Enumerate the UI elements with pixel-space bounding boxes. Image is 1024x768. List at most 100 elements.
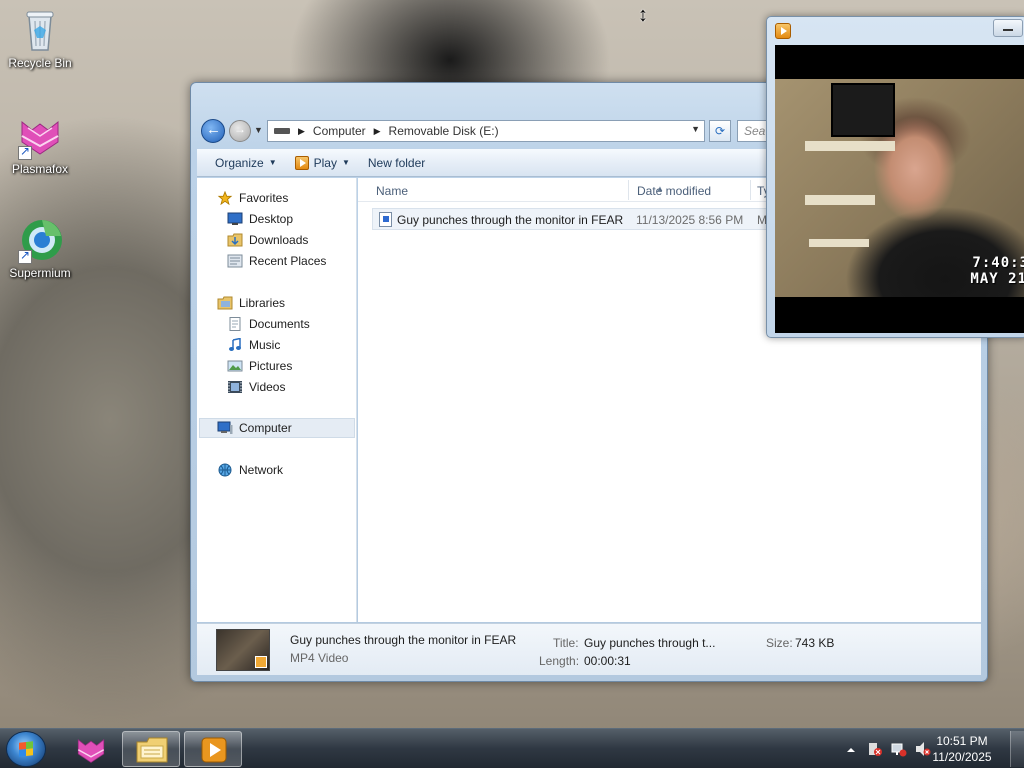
nav-item-music[interactable]: Music [227, 335, 280, 355]
nav-label: Recent Places [249, 254, 327, 268]
details-size-value: 743 KB [795, 636, 835, 650]
taskbar-explorer[interactable] [122, 731, 180, 767]
video-scene-shelf [805, 141, 895, 151]
recent-pages-dropdown[interactable]: ▼ [254, 125, 263, 135]
details-length-value: 00:00:31 [584, 654, 631, 668]
video-thumbnail [216, 629, 270, 671]
taskbar-media-player[interactable] [184, 731, 242, 767]
nav-label: Libraries [239, 296, 286, 310]
play-icon [294, 155, 309, 170]
details-size-label: Size: [766, 636, 793, 650]
chevron-down-icon: ▼ [268, 158, 277, 167]
nav-item-favorites[interactable]: Favorites [217, 188, 288, 208]
desktop-icon [227, 212, 243, 225]
nav-item-network[interactable]: Network [217, 460, 283, 480]
network-icon[interactable] [891, 741, 907, 757]
video-file-icon [379, 212, 392, 227]
breadcrumb-separator-icon[interactable]: ▶ [374, 126, 381, 137]
navigation-pane: Favorites Desktop Downloads Recent Place… [197, 178, 357, 622]
play-label: Play [313, 155, 337, 170]
details-length-label: Length: [539, 654, 580, 668]
details-title-label: Title: [553, 636, 579, 650]
nav-item-recent-places[interactable]: Recent Places [227, 251, 326, 271]
desktop-icon-supermium[interactable]: Supermium [0, 216, 80, 280]
show-hidden-icons-icon[interactable] [846, 745, 856, 755]
forward-button[interactable] [229, 120, 251, 142]
nav-item-desktop[interactable]: Desktop [227, 209, 293, 229]
documents-icon [229, 317, 241, 331]
column-header-date-modified[interactable]: Date modified [637, 184, 711, 198]
new-folder-button[interactable]: New folder [368, 156, 425, 170]
breadcrumb-removable-disk[interactable]: Removable Disk (E:) [389, 124, 499, 138]
resize-cursor-icon: ↕ [638, 4, 648, 26]
breadcrumb-computer[interactable]: Computer [313, 124, 366, 138]
back-button[interactable] [201, 119, 225, 143]
video-timestamp-date: MAY 21 [970, 271, 1024, 287]
nav-item-libraries[interactable]: Libraries [217, 293, 285, 313]
nav-item-documents[interactable]: Documents [227, 314, 310, 334]
libraries-icon [217, 296, 233, 310]
desktop-icon-label: Plasmafox [11, 162, 69, 176]
desktop-icon-recycle-bin[interactable]: Recycle Bin [0, 6, 80, 70]
new-folder-label: New folder [367, 155, 426, 170]
chevron-down-icon: ▼ [341, 158, 350, 167]
media-player-window[interactable]: 7:40:3 MAY 21 [766, 16, 1024, 338]
video-timestamp-time: 7:40:3 [972, 255, 1024, 271]
video-scene-tv [831, 83, 895, 137]
nav-label: Videos [249, 380, 286, 394]
nav-label: Downloads [249, 233, 309, 247]
taskbar: 10:51 PM 11/20/2025 [0, 728, 1024, 768]
recent-places-icon [227, 254, 243, 268]
computer-icon [217, 421, 233, 434]
nav-item-videos[interactable]: Videos [227, 377, 285, 397]
nav-label: Pictures [249, 359, 293, 373]
plasmafox-icon [77, 739, 105, 763]
desktop-icon-plasmafox[interactable]: Plasmafox [0, 112, 80, 176]
video-display[interactable]: 7:40:3 MAY 21 [775, 45, 1024, 333]
column-header-name[interactable]: Name [376, 184, 408, 198]
network-globe-icon [218, 463, 232, 477]
nav-label: Favorites [239, 191, 289, 205]
details-pane: Guy punches through the monitor in FEAR … [197, 623, 981, 675]
desktop-icon-label: Recycle Bin [8, 56, 72, 70]
star-icon [217, 191, 233, 205]
breadcrumb-separator-icon[interactable]: ▶ [298, 126, 305, 137]
drive-icon [274, 128, 290, 134]
nav-label: Computer [239, 421, 292, 435]
videos-filmstrip-icon [228, 381, 242, 393]
nav-item-computer[interactable]: Computer [199, 418, 355, 438]
music-note-icon [229, 338, 241, 351]
details-file-kind: MP4 Video [290, 651, 349, 665]
nav-label: Music [249, 338, 281, 352]
supermium-icon [16, 216, 64, 264]
organize-label: Organize [215, 155, 264, 170]
folder-icon [136, 737, 168, 763]
nav-item-pictures[interactable]: Pictures [227, 356, 292, 376]
shortcut-arrow-icon [18, 144, 32, 160]
nav-item-downloads[interactable]: Downloads [227, 230, 308, 250]
taskbar-plasmafox[interactable] [62, 731, 120, 767]
show-desktop-button[interactable] [1010, 731, 1024, 767]
plasmafox-icon [16, 112, 64, 160]
address-dropdown-icon[interactable]: ▼ [691, 124, 700, 134]
nav-label: Documents [249, 317, 310, 331]
recycle-bin-icon [16, 6, 64, 54]
clock-date: 11/20/2025 [932, 750, 992, 764]
refresh-button[interactable]: ⟳ [709, 120, 731, 142]
clock[interactable]: 10:51 PM 11/20/2025 [922, 733, 1002, 765]
play-button[interactable]: Play ▼ [294, 155, 350, 170]
organize-button[interactable]: Organize ▼ [215, 156, 277, 170]
start-button[interactable] [6, 731, 46, 767]
shortcut-arrow-icon [18, 248, 32, 264]
minimize-button[interactable] [993, 19, 1023, 37]
video-scene-shelf [805, 195, 875, 205]
details-title-value[interactable]: Guy punches through t... [584, 636, 715, 650]
action-center-icon[interactable] [867, 741, 883, 757]
media-player-icon [201, 737, 227, 763]
breadcrumb[interactable]: ▶ Computer ▶ Removable Disk (E:) ▼ [267, 120, 705, 142]
file-date: 11/13/2025 8:56 PM [636, 213, 744, 227]
details-file-title: Guy punches through the monitor in FEAR [290, 633, 517, 647]
downloads-folder-icon [227, 233, 243, 247]
video-frame: 7:40:3 MAY 21 [775, 79, 1024, 297]
pictures-icon [227, 360, 243, 372]
